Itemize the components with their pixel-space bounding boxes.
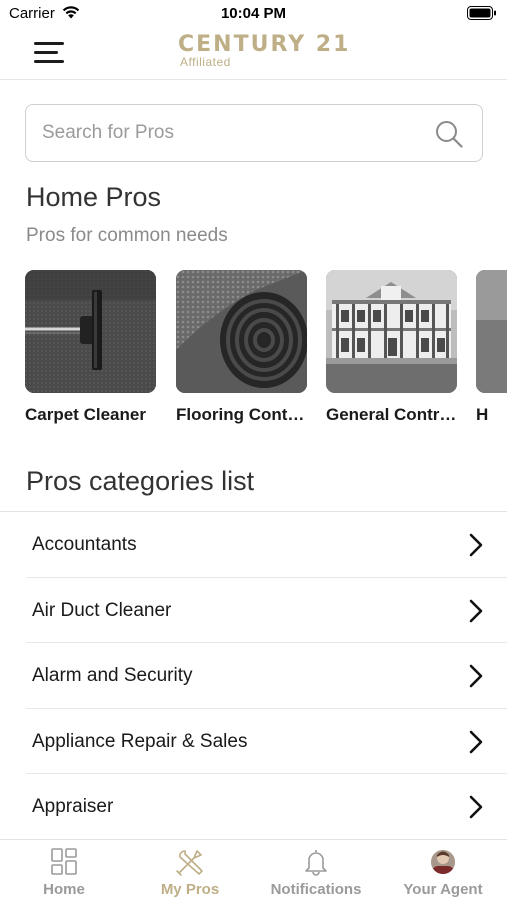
categories-title: Pros categories list xyxy=(26,466,255,496)
pro-card-partial[interactable]: H xyxy=(476,270,507,425)
pro-card-label: Flooring Contr... xyxy=(176,405,307,424)
tab-label: Home xyxy=(43,881,85,898)
search-box xyxy=(25,104,483,162)
categories-list: Accountants Air Duct Cleaner Alarm and S… xyxy=(0,511,507,840)
rolled-carpet-image xyxy=(176,270,307,393)
partial-card-image xyxy=(476,270,507,393)
mansion-house-image xyxy=(326,270,457,393)
pro-card-flooring-contractor[interactable]: Flooring Contr... xyxy=(176,270,307,425)
tools-icon xyxy=(176,850,203,876)
menu-button[interactable] xyxy=(32,40,66,66)
tab-home[interactable]: Home xyxy=(1,840,127,900)
category-item-appraiser[interactable]: Appraiser xyxy=(26,774,507,840)
home-pros-carousel[interactable]: Carpet Cleaner Flooring Contr... General… xyxy=(25,270,507,430)
chevron-right-icon xyxy=(469,599,483,622)
hamburger-icon xyxy=(34,42,64,45)
category-label: Appliance Repair & Sales xyxy=(32,730,248,752)
tab-label: Notifications xyxy=(270,881,362,898)
pro-card-general-contractor[interactable]: General Contra... xyxy=(326,270,457,425)
search-input[interactable] xyxy=(42,105,432,161)
tab-your-agent[interactable]: Your Agent xyxy=(380,840,506,900)
category-label: Accountants xyxy=(32,534,137,555)
tab-bar: Home My Pros Notifications Your Agent xyxy=(0,839,507,900)
pro-card-carpet-cleaner[interactable]: Carpet Cleaner xyxy=(25,270,156,425)
tab-my-pros[interactable]: My Pros xyxy=(127,840,253,900)
chevron-right-icon xyxy=(469,796,483,819)
search-icon[interactable] xyxy=(434,119,464,149)
pro-card-label: Carpet Cleaner xyxy=(25,405,146,424)
category-item-air-duct-cleaner[interactable]: Air Duct Cleaner xyxy=(26,578,507,644)
chevron-right-icon xyxy=(469,730,483,754)
category-item-appliance-repair-sales[interactable]: Appliance Repair & Sales xyxy=(26,709,507,775)
brand-subtitle: Affiliated xyxy=(180,55,231,69)
category-label: Appraiser xyxy=(32,796,114,818)
category-item-alarm-and-security[interactable]: Alarm and Security xyxy=(26,643,507,709)
carpet-vacuum-image xyxy=(25,270,156,393)
pro-card-label: H xyxy=(476,405,489,424)
bell-icon xyxy=(305,850,327,876)
tab-label: Your Agent xyxy=(403,881,483,898)
avatar-icon xyxy=(431,850,455,874)
battery-icon xyxy=(467,6,496,20)
home-pros-title: Home Pros xyxy=(26,182,162,212)
home-pros-subtitle: Pros for common needs xyxy=(26,225,228,246)
brand-name: CENTURY 21 xyxy=(178,32,351,57)
app-header: CENTURY 21 Affiliated xyxy=(0,28,507,80)
category-label: Alarm and Security xyxy=(32,665,193,687)
tab-label: My Pros xyxy=(160,881,220,898)
pro-card-label: General Contra... xyxy=(326,405,457,424)
tab-notifications[interactable]: Notifications xyxy=(253,840,379,900)
status-time: 10:04 PM xyxy=(220,5,287,22)
chevron-right-icon xyxy=(469,533,483,557)
category-label: Air Duct Cleaner xyxy=(32,599,172,621)
grid-icon xyxy=(51,848,77,875)
category-item-accountants[interactable]: Accountants xyxy=(26,512,507,578)
brand-logo: CENTURY 21 Affiliated xyxy=(178,32,351,76)
chevron-right-icon xyxy=(469,664,483,688)
status-bar: Carrier 10:04 PM xyxy=(0,0,507,28)
